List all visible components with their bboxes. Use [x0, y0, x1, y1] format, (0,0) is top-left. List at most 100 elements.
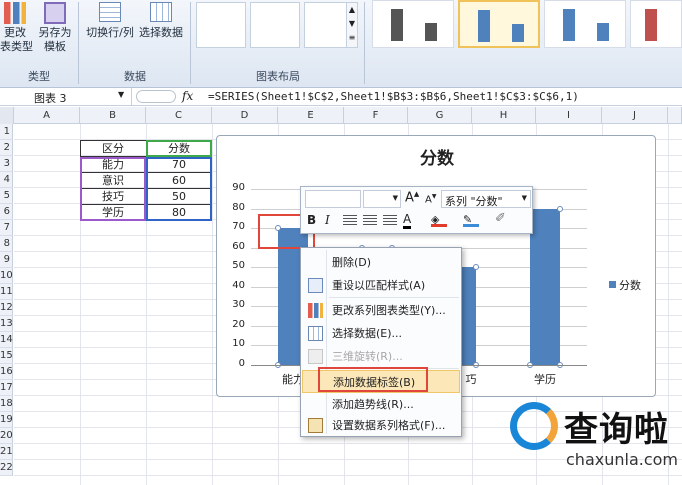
col-header-h[interactable]: H: [472, 107, 536, 124]
font-size-dropdown-icon: ▼: [392, 194, 398, 202]
row-header[interactable]: 2: [0, 140, 13, 156]
row-header[interactable]: 7: [0, 220, 13, 236]
font-size-select[interactable]: ▼: [363, 190, 401, 208]
select-data-button[interactable]: 选择数据: [136, 0, 186, 60]
chart-style-gray[interactable]: [372, 0, 454, 48]
align-left-icon[interactable]: [343, 215, 357, 227]
chart-title[interactable]: 分数: [217, 144, 657, 169]
select-data-icon: [308, 326, 323, 341]
menu-item-label: 更改系列图表类型(Y)...: [332, 304, 446, 317]
chart-style-blue-selected[interactable]: [458, 0, 540, 48]
change-chart-type-button[interactable]: 更改 表类型: [0, 0, 33, 60]
y-tick-label: 20: [232, 318, 245, 330]
align-right-icon[interactable]: [383, 215, 397, 227]
row-header[interactable]: 10: [0, 268, 13, 284]
row-header[interactable]: 19: [0, 412, 13, 428]
bar-selection-handle[interactable]: [473, 264, 480, 271]
col-header-e[interactable]: E: [278, 107, 344, 124]
name-box[interactable]: 图表 3 ▼: [0, 88, 132, 106]
table-header-category[interactable]: 区分: [80, 141, 146, 157]
row-header[interactable]: 20: [0, 428, 13, 444]
series-select[interactable]: 系列 "分数" ▼: [441, 190, 531, 208]
column-gridline: [212, 124, 213, 485]
italic-button[interactable]: I: [325, 213, 330, 227]
row-header[interactable]: 3: [0, 156, 13, 172]
ribbon: 更改 表类型 另存为 模板 类型 切换行/列 选择数据 数据 ▲ ▼ ≡ 图表布局: [0, 0, 682, 88]
name-box-dropdown-icon[interactable]: ▼: [118, 90, 124, 99]
table-cell[interactable]: 50: [146, 189, 212, 205]
row-header[interactable]: 4: [0, 172, 13, 188]
switch-row-column-button[interactable]: 切换行/列: [84, 0, 136, 60]
font-name-select[interactable]: [305, 190, 361, 208]
menu-item-add-trendline[interactable]: 添加趋势线(R)...: [302, 393, 460, 416]
menu-item-select-data[interactable]: 选择数据(E)...: [302, 322, 460, 345]
watermark-url: chaxunla.com: [566, 450, 678, 469]
align-center-icon[interactable]: [363, 215, 377, 227]
col-header-f[interactable]: F: [344, 107, 408, 124]
menu-item-change-series-chart-type[interactable]: 更改系列图表类型(Y)...: [302, 299, 460, 322]
fx-icon[interactable]: fx: [182, 89, 193, 103]
table-cell[interactable]: 80: [146, 205, 212, 221]
formula-bar-expander[interactable]: [136, 90, 176, 103]
row-header[interactable]: 17: [0, 380, 13, 396]
layout-gallery-scroll[interactable]: ▲ ▼ ≡: [346, 2, 358, 48]
table-cell[interactable]: 意识: [80, 173, 146, 189]
row-header[interactable]: 1: [0, 124, 13, 140]
col-header-j[interactable]: J: [602, 107, 668, 124]
row-header[interactable]: 18: [0, 396, 13, 412]
chart-style-blue[interactable]: [544, 0, 626, 48]
chart-bar[interactable]: [529, 208, 561, 365]
chart-type-icon: [308, 303, 323, 318]
row-header[interactable]: 9: [0, 252, 13, 268]
format-painter-icon[interactable]: ✐: [495, 211, 506, 226]
font-color-icon[interactable]: A: [403, 212, 412, 229]
chart-layout-1-thumbnail[interactable]: [196, 2, 246, 48]
outline-color-icon[interactable]: ✎: [463, 213, 479, 227]
table-cell[interactable]: 学历: [80, 205, 146, 221]
col-header-b[interactable]: B: [80, 107, 146, 124]
row-header[interactable]: 21: [0, 444, 13, 460]
menu-item-delete[interactable]: 删除(D): [302, 251, 460, 274]
col-header-k[interactable]: [668, 107, 682, 124]
col-header-c[interactable]: C: [146, 107, 212, 124]
select-all-corner[interactable]: [0, 107, 14, 124]
table-header-score[interactable]: 分数: [146, 141, 212, 157]
chart-layout-2-thumbnail[interactable]: [250, 2, 300, 48]
fill-color-icon[interactable]: ◈: [431, 213, 447, 227]
group-chart-layout-label: 图表布局: [256, 70, 300, 83]
chart-style-red[interactable]: [630, 0, 682, 48]
y-tick-label: 80: [232, 201, 245, 213]
table-cell[interactable]: 70: [146, 157, 212, 173]
row-header[interactable]: 22: [0, 460, 13, 476]
row-header[interactable]: 16: [0, 364, 13, 380]
formula-input[interactable]: =SERIES(Sheet1!$C$2,Sheet1!$B$3:$B$6,She…: [208, 88, 579, 106]
menu-item-label: 删除(D): [332, 256, 372, 269]
table-cell[interactable]: 60: [146, 173, 212, 189]
col-header-i[interactable]: I: [536, 107, 602, 124]
y-tick-label: 30: [232, 299, 245, 311]
col-header-d[interactable]: D: [212, 107, 278, 124]
bold-button[interactable]: B: [307, 213, 316, 227]
table-cell[interactable]: 技巧: [80, 189, 146, 205]
row-header[interactable]: 12: [0, 300, 13, 316]
y-tick-label: 40: [232, 279, 245, 291]
shrink-font-icon[interactable]: A▼: [425, 193, 436, 205]
col-header-g[interactable]: G: [408, 107, 472, 124]
legend-label[interactable]: 分数: [619, 277, 641, 293]
row-header[interactable]: 13: [0, 316, 13, 332]
row-header[interactable]: 6: [0, 204, 13, 220]
save-as-template-button[interactable]: 另存为 模板: [34, 0, 76, 60]
y-tick-label: 10: [232, 338, 245, 350]
row-header[interactable]: 8: [0, 236, 13, 252]
row-header[interactable]: 15: [0, 348, 13, 364]
menu-item-reset-style[interactable]: 重设以匹配样式(A): [302, 274, 460, 297]
col-header-a[interactable]: A: [14, 107, 80, 124]
row-header[interactable]: 14: [0, 332, 13, 348]
row-header[interactable]: 5: [0, 188, 13, 204]
bar-selection-handle[interactable]: [557, 205, 564, 212]
grow-font-icon[interactable]: A▲: [405, 190, 419, 205]
menu-item-format-data-series[interactable]: 设置数据系列格式(F)...: [302, 414, 460, 437]
row-header[interactable]: 11: [0, 284, 13, 300]
table-cell[interactable]: 能力: [80, 157, 146, 173]
menu-item-3d-rotation: 三维旋转(R)...: [302, 345, 460, 368]
